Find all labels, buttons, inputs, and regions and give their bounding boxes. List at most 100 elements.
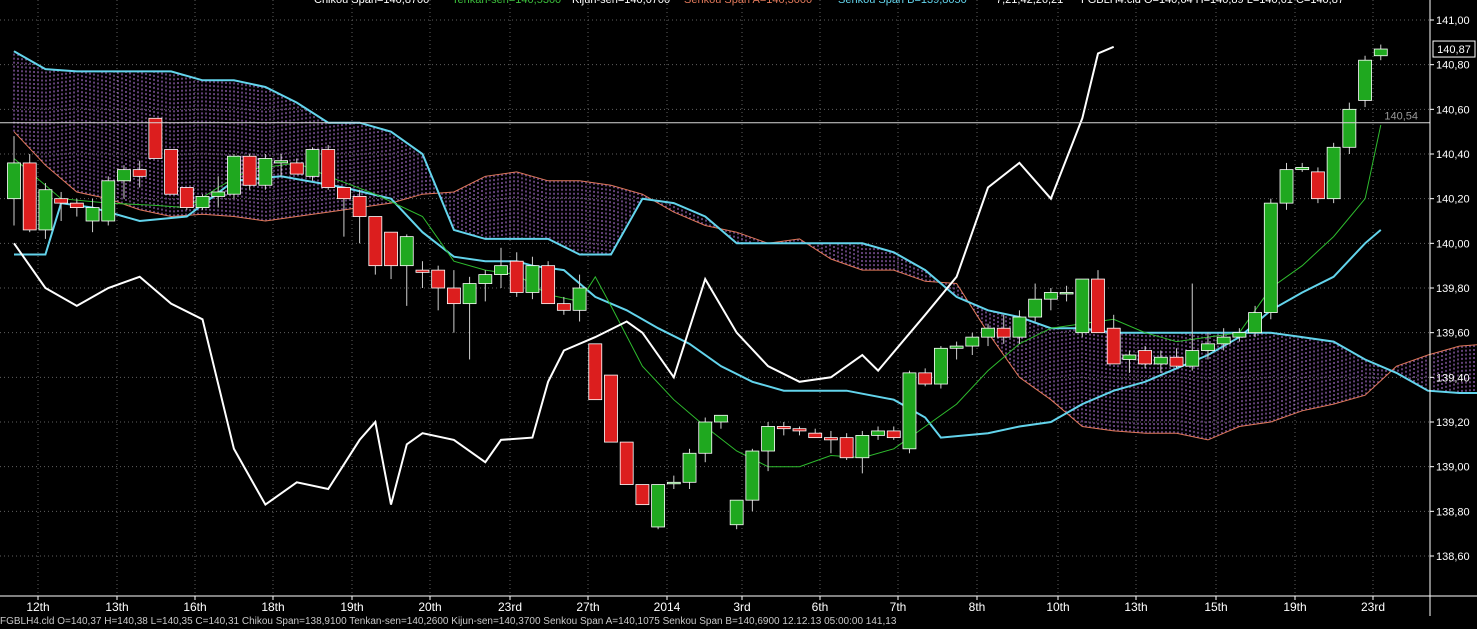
candle-down <box>164 149 179 195</box>
x-tick-label: 16th <box>183 600 206 614</box>
candle-up <box>698 421 713 454</box>
candle-up <box>1358 59 1372 101</box>
candle-up <box>572 287 587 311</box>
y-tick-label: 140,00 <box>1436 238 1470 250</box>
y-tick-label: 141,00 <box>1436 15 1470 27</box>
candle-up <box>714 414 728 423</box>
candle-up <box>494 265 508 275</box>
candle-down <box>22 162 37 231</box>
candle-up <box>211 191 226 197</box>
candle-up <box>1075 278 1090 334</box>
candle-down <box>824 437 838 441</box>
candle-up <box>478 274 493 284</box>
candle-up <box>651 484 666 528</box>
candle-down <box>556 303 571 311</box>
candle-up <box>761 426 775 452</box>
candle-down <box>337 187 351 200</box>
candle-up <box>745 450 760 501</box>
candle-up <box>274 160 288 164</box>
candle-up <box>981 327 995 338</box>
candle-up <box>227 155 241 195</box>
candle-up <box>1326 146 1341 200</box>
candle-up <box>1059 292 1074 295</box>
candle-down <box>69 202 84 208</box>
candle-up <box>666 481 681 485</box>
candle-down <box>321 149 336 188</box>
candle-up <box>1028 298 1043 318</box>
header-segment: Kijun-sen=140,0700 <box>572 0 671 6</box>
candle-down <box>808 432 823 439</box>
y-tick-label: 138,60 <box>1436 551 1470 563</box>
candle-up <box>195 196 210 209</box>
y-tick-label: 140,60 <box>1436 104 1470 116</box>
candle-down <box>352 196 367 217</box>
candle-down <box>635 484 650 506</box>
x-tick-label: 19th <box>1283 600 1306 614</box>
indicator-lines <box>13 45 1477 507</box>
candle-down <box>54 198 69 204</box>
candle-down <box>384 231 398 267</box>
x-tick-label: 23rd <box>1361 600 1385 614</box>
ichimoku-chart: 140,54 141,00 140,80 140,60 140,40 140,20 140… <box>0 0 1477 616</box>
candle-down <box>289 162 304 175</box>
chart-area: 140,54 141,00 140,80 140,60 140,40 140,20 140… <box>0 0 1477 624</box>
x-tick-label: 13th <box>105 600 128 614</box>
candle-up <box>1295 166 1310 171</box>
candle-up <box>1216 336 1231 345</box>
candle-up <box>1232 332 1247 338</box>
candle-up <box>38 189 53 231</box>
x-tick-label: 7th <box>890 600 907 614</box>
header-segment: FGBLH4.cld O=140,64 H=140,89 L=140,61 C=… <box>1081 0 1344 6</box>
candle-down <box>1311 171 1325 200</box>
candle-down <box>132 169 147 177</box>
x-tick-label: 8th <box>969 600 986 614</box>
candle-down <box>776 426 791 430</box>
candle-down <box>242 155 257 186</box>
candle-down <box>1091 278 1105 334</box>
y-tick-label: 139,20 <box>1436 417 1470 429</box>
candle-up <box>682 452 697 483</box>
candle-down <box>619 441 634 485</box>
candle-down <box>368 216 383 267</box>
header-segment: Senkou Span A=140,3000 <box>684 0 813 6</box>
y-tick-label: 140,80 <box>1436 60 1470 72</box>
candle-down <box>588 343 603 401</box>
header-segment: Senkou Span B=139,8050 <box>838 0 967 6</box>
candle-down <box>996 327 1011 338</box>
tenkan-sen-line <box>13 124 1382 468</box>
candle-down <box>415 269 430 273</box>
candle-up <box>1263 202 1278 313</box>
candle-down <box>446 287 461 305</box>
candle-up <box>1248 312 1262 334</box>
candle-up <box>1185 350 1200 367</box>
candle-down <box>792 428 807 432</box>
candle-up <box>101 180 116 222</box>
candle-up <box>85 207 100 222</box>
candle-up <box>902 372 917 450</box>
x-tick-label: 12th <box>26 600 49 614</box>
candle-up <box>305 149 320 177</box>
candle-up <box>117 169 131 182</box>
y-tick-label: 139,60 <box>1436 328 1470 340</box>
candle-up <box>1043 292 1058 300</box>
candle-down <box>148 117 163 159</box>
candle-up <box>871 430 885 436</box>
candle-down <box>1106 327 1121 365</box>
candle-up <box>1279 169 1294 204</box>
x-tick-label: 2014 <box>654 600 681 614</box>
candle-up <box>462 283 477 305</box>
status-footer: FGBLH4.cld O=140,37 H=140,38 L=140,35 C=… <box>0 616 897 627</box>
kumo-cloud <box>13 51 1475 440</box>
candle-down <box>431 269 446 289</box>
header-segment: Chikou Span=140,8700 <box>314 0 430 6</box>
candle-up <box>949 345 964 349</box>
y-tick-label: 138,80 <box>1436 506 1470 518</box>
x-tick-label: 18th <box>261 600 284 614</box>
x-tick-label: 27th <box>576 600 599 614</box>
candle-up <box>729 499 744 526</box>
header-segment: Tenkan-sen=140,5300 <box>452 0 562 6</box>
x-tick-label: 20th <box>418 600 441 614</box>
candle-up <box>1201 343 1215 351</box>
candle-up <box>525 265 540 293</box>
y-tick-label: 140,40 <box>1436 149 1470 161</box>
